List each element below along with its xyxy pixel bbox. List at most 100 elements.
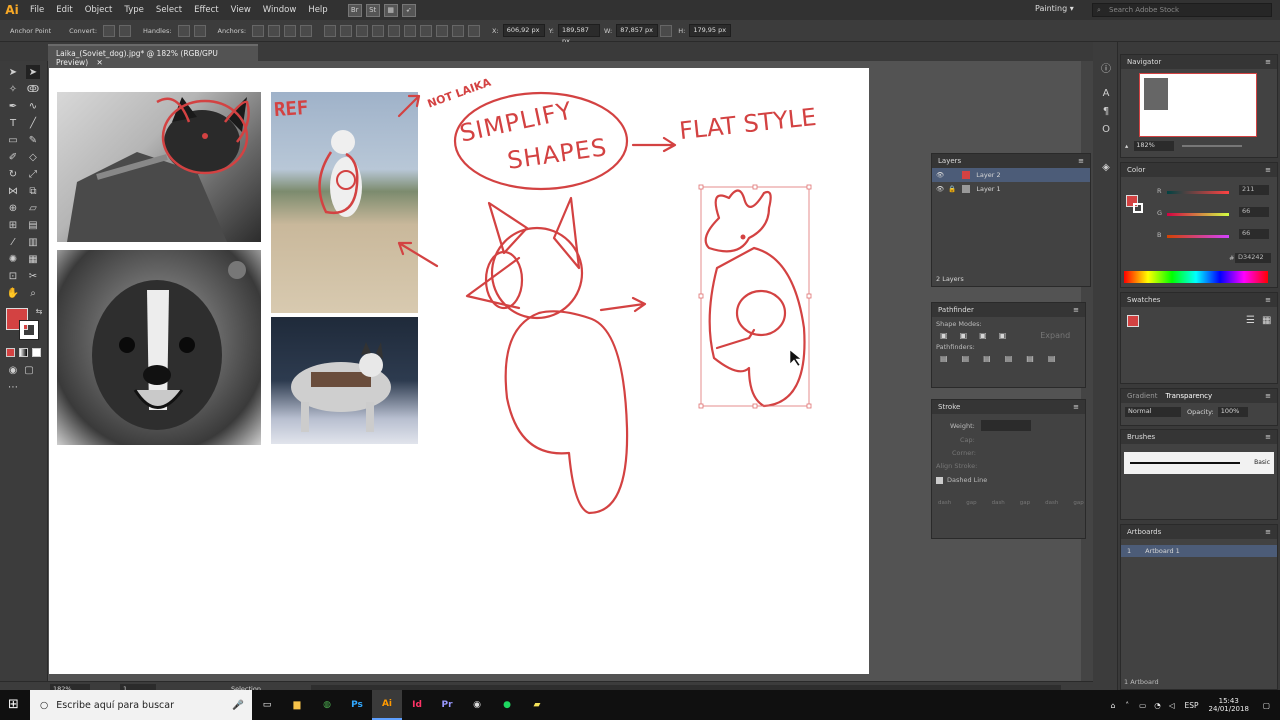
sticky-notes-icon[interactable]: ▰ [522, 690, 552, 720]
zoom-out-icon[interactable]: ▴ [1125, 142, 1128, 150]
panel-menu-icon[interactable]: ≡ [1073, 403, 1079, 411]
eraser-icon[interactable]: ◇ [26, 150, 40, 164]
selection-tool-icon[interactable]: ➤ [6, 65, 20, 79]
close-tab-icon[interactable]: ✕ [97, 58, 103, 67]
blend-mode-select[interactable]: Normal [1125, 407, 1181, 417]
divide-icon[interactable]: ▤ [940, 354, 948, 363]
layer-row[interactable]: 👁 Layer 2 [932, 168, 1090, 182]
spotify-icon[interactable]: ● [492, 690, 522, 720]
chrome-icon[interactable]: ◍ [312, 690, 342, 720]
convert-corner-icon[interactable] [103, 24, 116, 37]
direct-selection-tool-icon[interactable]: ➤ [26, 65, 40, 79]
swatch-fill[interactable] [1127, 315, 1139, 327]
basic-brush-row[interactable]: Basic [1124, 452, 1274, 474]
panel-menu-icon[interactable]: ≡ [1265, 166, 1271, 174]
panel-menu-icon[interactable]: ≡ [1265, 528, 1271, 536]
lock-icon[interactable]: 🔒 [948, 185, 956, 193]
x-field[interactable]: 606,92 px [502, 24, 545, 37]
gpu-icon[interactable]: ➶ [401, 3, 416, 17]
width-tool-icon[interactable]: ⋈ [6, 184, 20, 198]
pen-tool-icon[interactable]: ✒ [6, 99, 20, 113]
slice-icon[interactable]: ✂ [26, 269, 40, 283]
shape-builder-icon[interactable]: ⊕ [6, 201, 20, 215]
h-field[interactable]: 179,95 px [689, 24, 732, 37]
visibility-eye-icon[interactable]: 👁 [936, 185, 944, 193]
arrange-grid-icon[interactable]: ▦ [383, 3, 398, 17]
perspective-icon[interactable]: ▱ [26, 201, 40, 215]
unite-icon[interactable]: ▣ [940, 331, 948, 340]
convert-smooth-icon[interactable] [119, 24, 132, 37]
paragraph-icon[interactable]: ¶ [1099, 104, 1113, 118]
bridge-button[interactable]: Br [347, 3, 362, 17]
align-top-icon[interactable] [372, 24, 385, 37]
exclude-icon[interactable]: ▣ [999, 331, 1007, 340]
artboard-canvas[interactable]: REF NOT LAIKA SIMPLIFY SHAPES FLAT STYLE [49, 68, 869, 674]
photoshop-icon[interactable]: Ps [342, 690, 372, 720]
hex-value[interactable]: D34242 [1235, 253, 1271, 263]
microphone-icon[interactable]: 🎤 [232, 700, 244, 711]
lasso-icon[interactable]: ↂ [26, 82, 40, 96]
panel-menu-icon[interactable]: ≡ [1265, 296, 1271, 304]
chevron-up-icon[interactable]: ˄ [1125, 701, 1129, 710]
curvature-icon[interactable]: ∿ [26, 99, 40, 113]
weight-field[interactable] [980, 420, 1031, 431]
panel-menu-icon[interactable]: ≡ [1265, 392, 1271, 400]
artboard-tool-icon[interactable]: ⊡ [6, 269, 20, 283]
align-to-icon[interactable] [468, 24, 481, 37]
column-graph-icon[interactable]: ▦ [26, 252, 40, 266]
g-value[interactable]: 66 [1239, 207, 1269, 217]
layer-name[interactable]: Layer 2 [976, 171, 1000, 179]
trim-icon[interactable]: ▤ [962, 354, 970, 363]
layer-name[interactable]: Layer 1 [976, 185, 1000, 193]
volume-icon[interactable]: ◁ [1169, 701, 1175, 710]
color-spectrum[interactable] [1124, 271, 1268, 283]
visibility-eye-icon[interactable]: 👁 [936, 171, 944, 179]
workspace-switcher[interactable]: Painting ▾ [1035, 4, 1074, 13]
edit-toolbar-icon[interactable]: ⋯ [6, 380, 20, 394]
stock-button[interactable]: St [365, 3, 380, 17]
outline-icon[interactable]: ▤ [1026, 354, 1034, 363]
navigator-zoom-field[interactable]: 182% [1134, 141, 1175, 151]
align-left-icon[interactable] [324, 24, 337, 37]
task-view-icon[interactable]: ▭ [252, 690, 282, 720]
windows-start-icon[interactable]: ⊞ [8, 697, 24, 713]
artboard-row[interactable]: 1 Artboard 1 [1121, 545, 1277, 557]
y-field[interactable]: 189,587 px [558, 24, 600, 45]
menu-help[interactable]: Help [302, 5, 333, 15]
crop-icon[interactable]: ▤ [1005, 354, 1013, 363]
swap-colors-icon[interactable]: ⇆ [32, 304, 46, 318]
expand-button[interactable]: Expand [1040, 331, 1070, 340]
align-bottom-icon[interactable] [404, 24, 417, 37]
connect-anchor-icon[interactable] [268, 24, 281, 37]
symbol-sprayer-icon[interactable]: ✺ [6, 252, 20, 266]
stock-search-input[interactable]: ⌕ Search Adobe Stock [1092, 3, 1272, 17]
file-explorer-icon[interactable]: ▆ [282, 690, 312, 720]
align-vcenter-icon[interactable] [388, 24, 401, 37]
align-hcenter-icon[interactable] [340, 24, 353, 37]
steam-icon[interactable]: ◉ [462, 690, 492, 720]
artboard-name[interactable]: Artboard 1 [1145, 547, 1180, 555]
menu-object[interactable]: Object [79, 5, 119, 15]
language-indicator[interactable]: ESP [1185, 701, 1199, 710]
menu-type[interactable]: Type [118, 5, 150, 15]
shaper-icon[interactable]: ✐ [6, 150, 20, 164]
graph-icon[interactable]: ▥ [26, 235, 40, 249]
show-handles-icon[interactable] [177, 24, 190, 37]
r-slider[interactable] [1167, 191, 1229, 194]
b-value[interactable]: 66 [1239, 229, 1269, 239]
rectangle-tool-icon[interactable]: ▭ [6, 133, 20, 147]
panel-menu-icon[interactable]: ≡ [1073, 306, 1079, 314]
clock[interactable]: 15:43 24/01/2018 [1209, 697, 1249, 713]
thumbnail-view-icon[interactable]: ▦ [1262, 315, 1271, 326]
merge-icon[interactable]: ▤ [983, 354, 991, 363]
document-tab[interactable]: Laika_(Soviet_dog).jpg* @ 182% (RGB/GPU … [48, 44, 258, 67]
rotate-icon[interactable]: ↻ [6, 167, 20, 181]
r-value[interactable]: 211 [1239, 185, 1269, 195]
transparency-tab[interactable]: Transparency [1165, 392, 1265, 400]
scale-icon[interactable]: ⤢ [26, 167, 40, 181]
minus-front-icon[interactable]: ▣ [960, 331, 968, 340]
draw-mode-icon[interactable]: ◉ [6, 363, 20, 377]
line-tool-icon[interactable]: ╱ [26, 116, 40, 130]
dashed-line-row[interactable]: Dashed Line [932, 470, 1085, 484]
network-icon[interactable]: ◔ [1154, 701, 1161, 710]
